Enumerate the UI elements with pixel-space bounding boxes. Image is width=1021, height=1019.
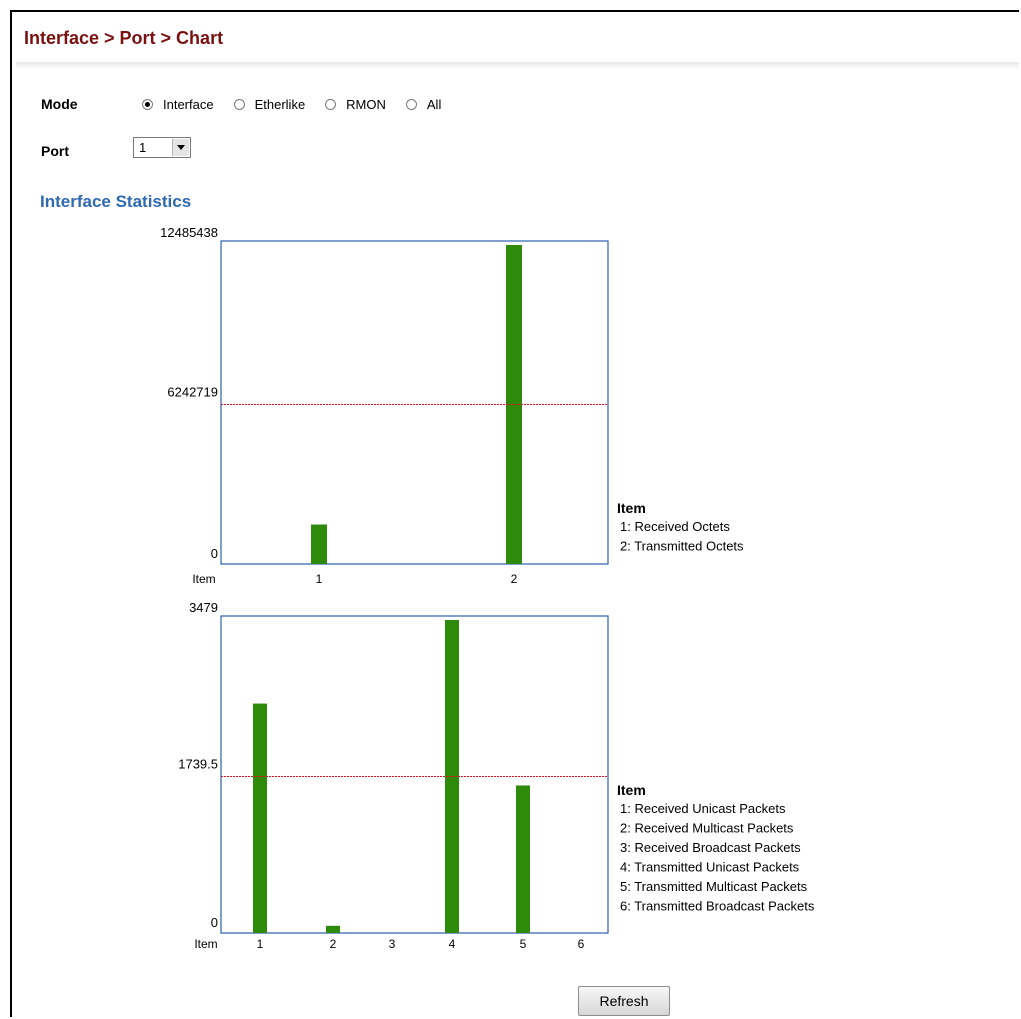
refresh-button[interactable]: Refresh: [578, 986, 670, 1016]
chart-legend-title: Item: [617, 782, 646, 798]
chart-x-tick-label: 6: [578, 937, 585, 951]
chart-y-tick-label: 0: [211, 546, 218, 561]
statistics-charts: 0 6242719 12485438 Item 1 2 Item 1: Received Oc…: [160, 225, 815, 951]
chart-legend-entry: 1: Received Unicast Packets: [620, 801, 786, 816]
chart-x-tick-label: 3: [389, 937, 396, 951]
chart-legend-entry: 4: Transmitted Unicast Packets: [620, 860, 800, 875]
chart-bar: [311, 524, 327, 564]
chart-bar: [253, 703, 267, 933]
chart-x-axis-title: Item: [192, 572, 215, 586]
chart-y-tick-label: 12485438: [160, 225, 218, 240]
chart-y-tick-label: 6242719: [167, 385, 218, 400]
chart-x-tick-label: 5: [520, 937, 527, 951]
chart-x-tick-label: 2: [330, 937, 337, 951]
chart-x-tick-label: 2: [511, 572, 518, 586]
chart-bar: [326, 925, 340, 933]
chart-legend-entry: 5: Transmitted Multicast Packets: [620, 879, 808, 894]
chart-legend-entry: 2: Transmitted Octets: [620, 539, 744, 554]
chart-y-tick-label: 3479: [189, 600, 218, 615]
chart-x-axis-title: Item: [194, 937, 217, 951]
chart-x-tick-label: 1: [316, 572, 323, 586]
chart-legend-entry: 3: Received Broadcast Packets: [620, 840, 801, 855]
chart-x-tick-label: 4: [449, 937, 456, 951]
chart-y-tick-label: 0: [211, 915, 218, 930]
chart-legend-title: Item: [617, 500, 646, 516]
chart-plot-area: [220, 240, 609, 565]
chart-bar: [516, 785, 530, 933]
chart-legend-entry: 1: Received Octets: [620, 519, 730, 534]
chart-legend-entry: 6: Transmitted Broadcast Packets: [620, 899, 815, 914]
chart-y-tick-label: 1739.5: [178, 757, 218, 772]
chart-legend-entry: 2: Received Multicast Packets: [620, 821, 794, 836]
chart-x-tick-label: 1: [257, 937, 264, 951]
chart-plot-area: [220, 615, 609, 934]
